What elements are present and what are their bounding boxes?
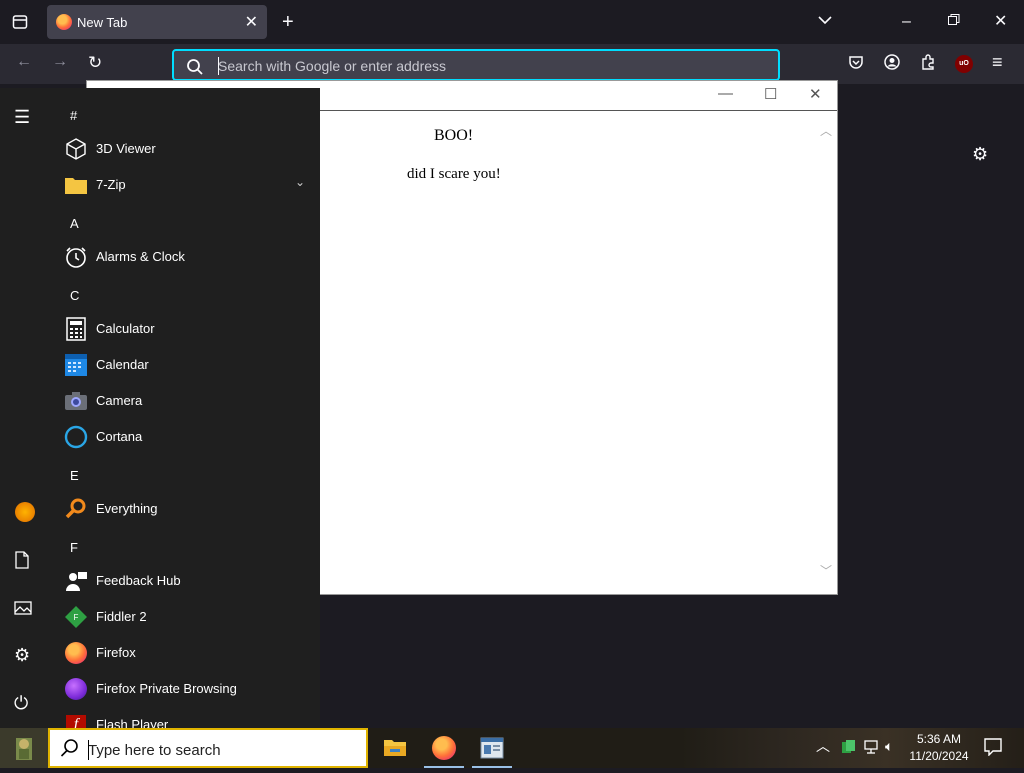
back-icon[interactable]: ←	[16, 54, 32, 70]
private-browsing-icon	[64, 677, 88, 701]
documents-icon[interactable]	[14, 551, 30, 572]
power-icon[interactable]: ⏻	[14, 694, 28, 712]
user-avatar-icon[interactable]	[15, 502, 35, 522]
popup-maximize-icon[interactable]: ☐	[764, 85, 777, 103]
clock-date: 11/20/2024	[909, 749, 969, 763]
flash-icon: f	[64, 713, 88, 728]
svg-text:F: F	[74, 613, 79, 622]
scroll-down-icon[interactable]: ﹀	[820, 562, 832, 579]
tab-new-tab[interactable]: New Tab ✕	[47, 5, 267, 39]
section-header-f[interactable]: F	[70, 540, 78, 555]
restore-icon[interactable]	[948, 14, 960, 30]
firefox-icon	[56, 14, 72, 30]
app-list: # 3D Viewer 7-Zip ⌄ A Alarms & Clock C C…	[50, 88, 320, 728]
notifications-icon[interactable]	[984, 738, 1002, 761]
search-icon	[187, 59, 203, 75]
popup-close-icon[interactable]: ✕	[809, 85, 822, 103]
pocket-icon[interactable]	[848, 54, 864, 74]
show-hidden-icons-chevron-icon[interactable]: ︿	[816, 739, 830, 753]
app-calculator[interactable]: Calculator	[60, 311, 315, 347]
app-cortana[interactable]: Cortana	[60, 419, 315, 455]
app-firefox[interactable]: Firefox	[60, 635, 315, 671]
search-icon	[60, 739, 78, 757]
section-header-hash[interactable]: #	[70, 108, 77, 123]
tab-title: New Tab	[77, 15, 128, 30]
taskbar-search-placeholder[interactable]: Type here to search	[88, 742, 221, 759]
popup-minimize-icon[interactable]: —	[718, 85, 733, 102]
taskbar-search-box[interactable]: Type here to search	[48, 728, 368, 768]
folder-icon	[64, 173, 88, 197]
pictures-icon[interactable]	[14, 600, 32, 619]
alarm-clock-icon	[64, 245, 88, 269]
text-caret	[88, 740, 89, 760]
firefox-icon	[64, 641, 88, 665]
app-flash-player[interactable]: f Flash Player	[60, 707, 315, 728]
text-caret	[218, 57, 219, 75]
app-7-zip[interactable]: 7-Zip ⌄	[60, 167, 315, 203]
list-all-tabs-icon[interactable]	[818, 13, 832, 31]
tab-overview-icon[interactable]	[12, 14, 28, 34]
start-menu: ☰ ⚙ ⏻ # 3D Viewer 7-Zip ⌄ A Alarms & Clo…	[0, 88, 320, 728]
firefox-icon	[432, 736, 456, 760]
app-3d-viewer[interactable]: 3D Viewer	[60, 131, 315, 167]
scroll-up-icon[interactable]: ︿	[820, 122, 832, 139]
green-app-tray-icon[interactable]	[840, 739, 856, 757]
network-icon[interactable]	[863, 739, 879, 757]
volume-icon[interactable]: 🔈︎	[885, 739, 893, 753]
settings-icon[interactable]: ⚙	[14, 646, 30, 664]
customize-gear-icon[interactable]: ⚙	[972, 144, 988, 165]
taskbar: Type here to search ︿ 🔈︎ 5:36 AM 11/20/2…	[0, 728, 1024, 768]
section-header-a[interactable]: A	[70, 216, 79, 231]
account-icon[interactable]	[884, 54, 900, 74]
application-window-icon	[480, 737, 504, 759]
minimize-icon[interactable]: –	[902, 14, 911, 30]
taskbar-hta-app[interactable]	[468, 728, 516, 768]
cortana-icon	[64, 425, 88, 449]
browser-tab-strip: New Tab ✕ + – ✕	[0, 0, 1024, 44]
app-camera[interactable]: Camera	[60, 383, 315, 419]
section-header-e[interactable]: E	[70, 468, 79, 483]
taskbar-firefox[interactable]	[420, 728, 468, 768]
start-button[interactable]	[0, 728, 48, 768]
taskbar-file-explorer[interactable]	[371, 728, 419, 768]
app-calendar[interactable]: Calendar	[60, 347, 315, 383]
app-feedback-hub[interactable]: Feedback Hub	[60, 563, 315, 599]
calendar-icon	[64, 353, 88, 377]
feedback-hub-icon	[64, 569, 88, 593]
chevron-down-icon[interactable]: ⌄	[295, 175, 305, 189]
app-fiddler-2[interactable]: F Fiddler 2	[60, 599, 315, 635]
doc-text: did I scare you!	[407, 166, 501, 182]
close-tab-icon[interactable]: ✕	[245, 12, 258, 32]
url-input-placeholder[interactable]: Search with Google or enter address	[218, 58, 446, 74]
section-header-c[interactable]: C	[70, 288, 79, 303]
start-logo-icon	[16, 738, 32, 760]
app-everything[interactable]: Everything	[60, 491, 315, 527]
doc-heading: BOO!	[434, 127, 474, 144]
hamburger-menu-icon[interactable]: ☰	[14, 108, 30, 126]
file-explorer-icon	[384, 740, 406, 756]
app-firefox-private-browsing[interactable]: Firefox Private Browsing	[60, 671, 315, 707]
fiddler-icon: F	[64, 605, 88, 629]
calculator-icon	[64, 317, 88, 341]
magnifier-icon	[64, 497, 88, 521]
url-bar[interactable]: Search with Google or enter address	[172, 49, 780, 81]
extensions-icon[interactable]	[920, 54, 936, 74]
camera-icon	[64, 389, 88, 413]
ublock-origin-icon[interactable]: uO	[955, 55, 973, 73]
clock-time: 5:36 AM	[916, 732, 962, 746]
app-menu-icon[interactable]: ≡	[992, 53, 1003, 71]
reload-icon[interactable]: ↻	[88, 54, 102, 71]
cube-icon	[64, 137, 88, 161]
clock[interactable]: 5:36 AM 11/20/2024	[906, 731, 972, 765]
close-window-icon[interactable]: ✕	[994, 14, 1007, 30]
new-tab-icon[interactable]: +	[282, 12, 294, 32]
start-menu-rail: ☰ ⚙ ⏻	[0, 88, 50, 728]
forward-icon[interactable]: →	[52, 54, 68, 70]
app-alarms-clock[interactable]: Alarms & Clock	[60, 239, 315, 275]
